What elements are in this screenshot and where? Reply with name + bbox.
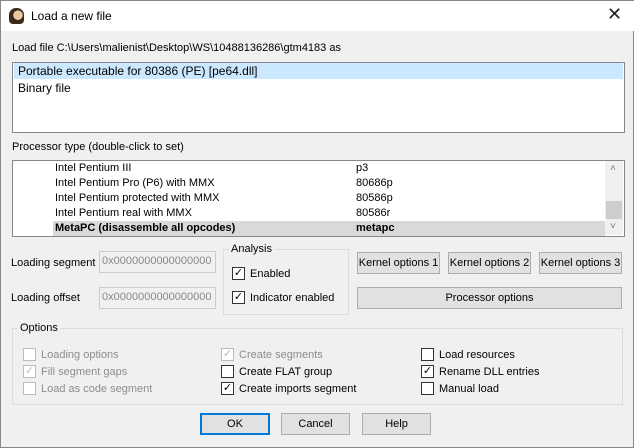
checkbox-label: Load resources [439, 349, 515, 361]
help-button[interactable]: Help [362, 413, 431, 435]
format-list[interactable]: Portable executable for 80386 (PE) [pe64… [12, 62, 625, 133]
option-checkbox[interactable]: Manual load [421, 382, 499, 395]
check-icon [221, 365, 234, 378]
processor-name: Intel Pentium Pro (P6) with MMX [55, 176, 215, 191]
processor-name: Intel Pentium real with MMX [55, 206, 192, 221]
checkbox-label: Fill segment gaps [41, 366, 127, 378]
check-icon: ✓ [221, 348, 234, 361]
app-icon [9, 8, 24, 24]
processor-name: Intel Pentium protected with MMX [55, 191, 219, 206]
option-checkbox: ✓ Create segments [221, 348, 323, 361]
checkbox-label: Create imports segment [239, 383, 356, 395]
loading-offset-label: Loading offset [11, 292, 80, 304]
processor-item[interactable]: Intel Pentium protected with MMX 80586p [13, 191, 605, 206]
processor-code: 80586p [356, 191, 393, 206]
option-checkbox: Loading options [23, 348, 119, 361]
window-title: Load a new file [31, 9, 112, 23]
processor-code: p3 [356, 161, 368, 176]
check-icon: ✓ [221, 382, 234, 395]
processor-name: Intel Pentium III [55, 161, 131, 176]
scroll-down-icon[interactable]: ˅ [610, 221, 616, 232]
load-file-label: Load file C:\Users\malienist\Desktop\WS\… [12, 42, 341, 54]
option-checkbox[interactable]: Create FLAT group [221, 365, 332, 378]
option-checkbox: Load as code segment [23, 382, 152, 395]
processor-code: metapc [356, 221, 395, 236]
kernel-options-1-button[interactable]: Kernel options 1 [357, 252, 440, 274]
processor-item[interactable]: Intel Pentium real with MMX 80586r [13, 206, 605, 221]
processor-item[interactable]: Intel Pentium III p3 [13, 161, 605, 176]
checkbox-label: Loading options [41, 349, 119, 361]
loading-segment-label: Loading segment [11, 257, 95, 269]
checkbox-label: Create segments [239, 349, 323, 361]
checkbox-label: Indicator enabled [250, 292, 334, 304]
checkbox-label: Create FLAT group [239, 366, 332, 378]
analysis-group [223, 249, 349, 315]
processor-item[interactable]: Intel Pentium Pro (P6) with MMX 80686p [13, 176, 605, 191]
ok-button[interactable]: OK [200, 413, 270, 435]
processor-item-selected[interactable]: MetaPC (disassemble all opcodes) metapc [53, 221, 605, 236]
processor-name: MetaPC (disassemble all opcodes) [55, 221, 235, 236]
indicator-enabled-checkbox[interactable]: ✓ Indicator enabled [232, 291, 334, 304]
cancel-button[interactable]: Cancel [281, 413, 350, 435]
checkbox-label: Rename DLL entries [439, 366, 539, 378]
option-checkbox[interactable]: Load resources [421, 348, 515, 361]
processor-list[interactable]: Intel Pentium III p3 Intel Pentium Pro (P… [12, 160, 625, 237]
close-icon[interactable]: ✕ [607, 4, 622, 25]
check-icon: ✓ [421, 365, 434, 378]
check-icon [421, 382, 434, 395]
format-item[interactable]: Portable executable for 80386 (PE) [pe64… [14, 63, 623, 79]
check-icon [421, 348, 434, 361]
check-icon [23, 348, 36, 361]
loading-offset-input[interactable]: 0x0000000000000000 [99, 287, 216, 309]
kernel-options-2-button[interactable]: Kernel options 2 [448, 252, 531, 274]
scroll-up-icon[interactable]: ˄ [610, 163, 616, 174]
analysis-label: Analysis [229, 243, 274, 255]
checkbox-label: Load as code segment [41, 383, 152, 395]
option-checkbox[interactable]: ✓ Rename DLL entries [421, 365, 539, 378]
check-icon: ✓ [23, 365, 36, 378]
kernel-options-3-button[interactable]: Kernel options 3 [539, 252, 622, 274]
option-checkbox: ✓ Fill segment gaps [23, 365, 127, 378]
check-icon: ✓ [232, 291, 245, 304]
scrollbar[interactable]: ˄ ˅ [605, 161, 623, 235]
format-item[interactable]: Binary file [14, 80, 623, 96]
scroll-thumb[interactable] [606, 201, 622, 219]
check-icon: ✓ [232, 267, 245, 280]
options-label: Options [18, 322, 60, 334]
processor-code: 80686p [356, 176, 393, 191]
enabled-checkbox[interactable]: ✓ Enabled [232, 267, 290, 280]
check-icon [23, 382, 36, 395]
processor-code: 80586r [356, 206, 390, 221]
loading-segment-input[interactable]: 0x0000000000000000 [99, 251, 216, 273]
processor-options-button[interactable]: Processor options [357, 287, 622, 309]
option-checkbox[interactable]: ✓ Create imports segment [221, 382, 356, 395]
processor-label: Processor type (double-click to set) [12, 141, 184, 153]
checkbox-label: Manual load [439, 383, 499, 395]
checkbox-label: Enabled [250, 268, 290, 280]
